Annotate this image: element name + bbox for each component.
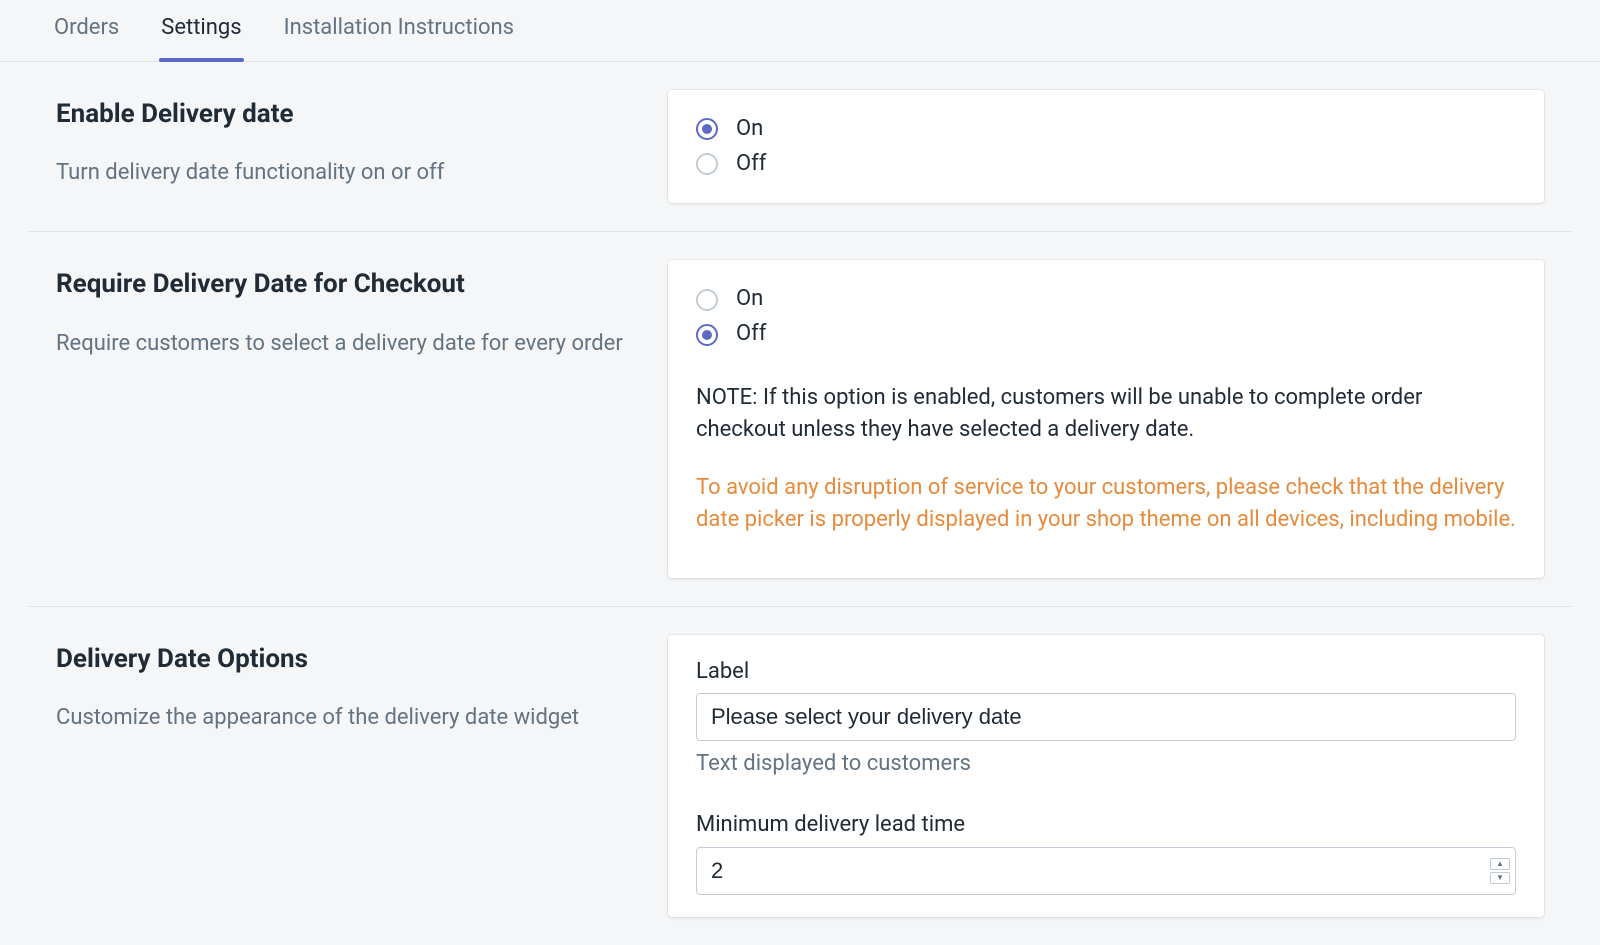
section-enable-delivery-date: Enable Delivery date Turn delivery date … bbox=[28, 62, 1572, 233]
section-enable-right: On Off bbox=[668, 90, 1572, 204]
chevron-down-icon: ▼ bbox=[1496, 872, 1504, 883]
enable-off-label: Off bbox=[736, 149, 766, 180]
section-enable-left: Enable Delivery date Turn delivery date … bbox=[28, 90, 628, 204]
section-delivery-date-options: Delivery Date Options Customize the appe… bbox=[28, 607, 1572, 945]
section-enable-desc: Turn delivery date functionality on or o… bbox=[56, 158, 628, 189]
spinner-down-button[interactable]: ▼ bbox=[1490, 872, 1510, 884]
enable-radio-off[interactable]: Off bbox=[696, 147, 1516, 182]
section-require-right: On Off NOTE: If this option is enabled, … bbox=[668, 260, 1572, 577]
section-options-desc: Customize the appearance of the delivery… bbox=[56, 703, 628, 734]
section-enable-title: Enable Delivery date bbox=[56, 96, 628, 132]
options-card: Label Text displayed to customers Minimu… bbox=[668, 635, 1544, 917]
section-require-desc: Require customers to select a delivery d… bbox=[56, 329, 628, 360]
tab-installation-instructions[interactable]: Installation Instructions bbox=[282, 0, 516, 61]
section-options-left: Delivery Date Options Customize the appe… bbox=[28, 635, 628, 917]
spinner-up-button[interactable]: ▲ bbox=[1490, 858, 1510, 870]
radio-icon bbox=[696, 118, 718, 140]
label-help-text: Text displayed to customers bbox=[696, 749, 1516, 780]
tab-orders[interactable]: Orders bbox=[52, 0, 121, 61]
label-field-block: Label Text displayed to customers bbox=[696, 657, 1516, 781]
enable-card: On Off bbox=[668, 90, 1544, 204]
leadtime-field-label: Minimum delivery lead time bbox=[696, 810, 1516, 841]
tab-settings[interactable]: Settings bbox=[159, 0, 243, 61]
leadtime-field-block: Minimum delivery lead time ▲ ▼ bbox=[696, 810, 1516, 895]
number-spinner: ▲ ▼ bbox=[1490, 858, 1510, 884]
section-require-delivery-date: Require Delivery Date for Checkout Requi… bbox=[28, 232, 1572, 606]
leadtime-input[interactable] bbox=[696, 847, 1516, 895]
tabs-nav: Orders Settings Installation Instruction… bbox=[0, 0, 1600, 62]
radio-icon bbox=[696, 153, 718, 175]
require-note: NOTE: If this option is enabled, custome… bbox=[696, 382, 1516, 446]
enable-radio-on[interactable]: On bbox=[696, 112, 1516, 147]
require-radio-on[interactable]: On bbox=[696, 282, 1516, 317]
radio-icon bbox=[696, 289, 718, 311]
require-warning: To avoid any disruption of service to yo… bbox=[696, 472, 1516, 536]
chevron-up-icon: ▲ bbox=[1496, 858, 1504, 869]
require-card: On Off NOTE: If this option is enabled, … bbox=[668, 260, 1544, 577]
require-radio-off[interactable]: Off bbox=[696, 317, 1516, 352]
label-input[interactable] bbox=[696, 693, 1516, 741]
section-options-title: Delivery Date Options bbox=[56, 641, 628, 677]
require-on-label: On bbox=[736, 284, 763, 315]
settings-page: Orders Settings Installation Instruction… bbox=[0, 0, 1600, 945]
leadtime-input-wrap: ▲ ▼ bbox=[696, 847, 1516, 895]
radio-icon bbox=[696, 324, 718, 346]
enable-on-label: On bbox=[736, 114, 763, 145]
require-off-label: Off bbox=[736, 319, 766, 350]
label-field-label: Label bbox=[696, 657, 1516, 688]
section-require-title: Require Delivery Date for Checkout bbox=[56, 266, 628, 302]
section-options-right: Label Text displayed to customers Minimu… bbox=[668, 635, 1572, 917]
section-require-left: Require Delivery Date for Checkout Requi… bbox=[28, 260, 628, 577]
